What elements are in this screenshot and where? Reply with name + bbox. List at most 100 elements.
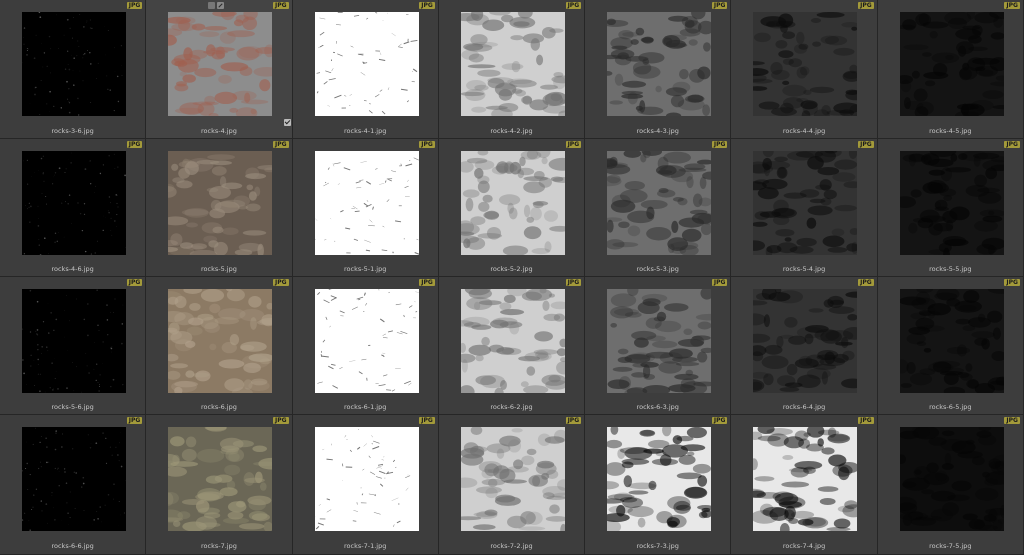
thumbnail-item[interactable]: JPG rocks-6-1.jpg <box>292 277 439 415</box>
pencil-icon[interactable] <box>217 2 225 9</box>
texture-thumbnail[interactable] <box>22 12 126 116</box>
file-name-label: rocks-6-1.jpg <box>344 403 387 411</box>
file-type-badge: JPG <box>419 141 435 148</box>
thumbnail-item[interactable]: JPG rocks-6.jpg <box>146 277 293 415</box>
texture-thumbnail[interactable] <box>314 151 419 255</box>
thumbnail-item[interactable]: JPG rocks-5-2.jpg <box>438 139 586 277</box>
texture-thumbnail[interactable] <box>22 151 126 255</box>
thumbnail-item[interactable]: JPG rocks-6-3.jpg <box>585 277 732 415</box>
file-name-label: rocks-6-4.jpg <box>782 403 826 411</box>
file-type-badge: JPG <box>126 417 143 424</box>
file-name-label: rocks-5-4.jpg <box>782 265 826 273</box>
thumbnail-grid: JPG rocks-3-6.jpg JPG rocks-4.jpg JPG rocks-4… <box>0 0 1024 555</box>
texture-thumbnail[interactable] <box>314 427 419 531</box>
thumbnail-item[interactable]: JPG rocks-7-1.jpg <box>292 415 439 555</box>
texture-thumbnail[interactable] <box>460 427 565 531</box>
thumbnail-item[interactable]: JPG rocks-4-4.jpg <box>731 0 878 139</box>
texture-thumbnail[interactable] <box>460 151 565 255</box>
texture-thumbnail[interactable] <box>753 289 858 393</box>
thumbnail-item[interactable]: JPG rocks-5-5.jpg <box>877 139 1024 277</box>
file-name-label: rocks-5-3.jpg <box>636 265 679 273</box>
texture-thumbnail[interactable] <box>753 151 858 255</box>
file-name-label: rocks-4.jpg <box>201 127 237 135</box>
thumbnail-item[interactable]: JPG rocks-5-3.jpg <box>585 139 732 277</box>
texture-thumbnail[interactable] <box>168 427 273 531</box>
file-name-label: rocks-7.jpg <box>201 542 237 550</box>
file-type-badge: JPG <box>858 279 874 286</box>
texture-thumbnail[interactable] <box>753 427 858 531</box>
file-name-label: rocks-6-5.jpg <box>929 403 972 411</box>
texture-thumbnail[interactable] <box>753 12 858 116</box>
file-name-label: rocks-5-1.jpg <box>344 265 387 273</box>
texture-thumbnail[interactable] <box>607 151 712 255</box>
file-type-badge: JPG <box>126 2 143 9</box>
texture-thumbnail[interactable] <box>607 12 712 116</box>
texture-thumbnail[interactable] <box>899 151 1004 255</box>
thumbnail-item[interactable]: JPG rocks-6-2.jpg <box>438 277 586 415</box>
texture-thumbnail[interactable] <box>899 289 1004 393</box>
thumbnail-item[interactable]: JPG rocks-6-4.jpg <box>731 277 878 415</box>
file-name-label: rocks-7-4.jpg <box>782 542 826 550</box>
file-type-badge: JPG <box>273 141 289 148</box>
texture-thumbnail[interactable] <box>22 289 126 393</box>
texture-thumbnail[interactable] <box>22 427 126 531</box>
texture-thumbnail[interactable] <box>168 289 273 393</box>
file-name-label: rocks-4-6.jpg <box>51 265 94 273</box>
texture-thumbnail[interactable] <box>168 151 273 255</box>
thumbnail-item[interactable]: JPG rocks-4-6.jpg <box>0 139 147 277</box>
thumbnail-item[interactable]: JPG rocks-7-3.jpg <box>585 415 732 555</box>
file-name-label: rocks-7-3.jpg <box>636 542 679 550</box>
thumbnail-item[interactable]: JPG rocks-7-5.jpg <box>877 415 1024 555</box>
texture-thumbnail[interactable] <box>607 427 712 531</box>
thumbnail-item[interactable]: JPG rocks-7-2.jpg <box>438 415 586 555</box>
thumbnail-item[interactable]: JPG rocks-4-1.jpg <box>292 0 439 139</box>
file-name-label: rocks-6-3.jpg <box>636 403 679 411</box>
texture-thumbnail[interactable] <box>314 12 419 116</box>
file-type-badge: JPG <box>419 417 435 424</box>
file-type-badge: JPG <box>858 141 874 148</box>
frame-icon[interactable] <box>208 2 216 9</box>
file-type-badge: JPG <box>126 141 143 148</box>
thumbnail-item[interactable]: JPG rocks-6-5.jpg <box>877 277 1024 415</box>
checkbox-checked-icon[interactable] <box>284 119 292 126</box>
texture-thumbnail[interactable] <box>899 427 1004 531</box>
file-name-label: rocks-5.jpg <box>201 265 237 273</box>
file-type-badge: JPG <box>565 141 582 148</box>
thumbnail-item[interactable]: JPG rocks-4.jpg <box>146 0 293 139</box>
file-name-label: rocks-6.jpg <box>201 403 237 411</box>
texture-thumbnail[interactable] <box>460 289 565 393</box>
thumbnail-item[interactable]: JPG rocks-4-2.jpg <box>438 0 586 139</box>
file-type-badge: JPG <box>858 2 874 9</box>
thumbnail-item[interactable]: JPG rocks-7.jpg <box>146 415 293 555</box>
thumbnail-item[interactable]: JPG rocks-5-6.jpg <box>0 277 147 415</box>
file-type-badge: JPG <box>273 279 289 286</box>
thumbnail-item[interactable]: JPG rocks-5.jpg <box>146 139 293 277</box>
file-name-label: rocks-7-1.jpg <box>344 542 387 550</box>
texture-thumbnail[interactable] <box>314 289 419 393</box>
file-name-label: rocks-5-5.jpg <box>929 265 972 273</box>
thumbnail-item[interactable]: JPG rocks-5-4.jpg <box>731 139 878 277</box>
thumbnail-actions <box>208 2 225 9</box>
file-type-badge: JPG <box>565 279 582 286</box>
texture-thumbnail[interactable] <box>899 12 1004 116</box>
file-name-label: rocks-6-2.jpg <box>490 403 533 411</box>
file-name-label: rocks-4-2.jpg <box>490 127 533 135</box>
texture-thumbnail[interactable] <box>607 289 712 393</box>
texture-thumbnail[interactable] <box>168 12 273 116</box>
file-name-label: rocks-4-1.jpg <box>344 127 387 135</box>
file-name-label: rocks-3-6.jpg <box>51 127 94 135</box>
thumbnail-item[interactable]: JPG rocks-6-6.jpg <box>0 415 147 555</box>
texture-thumbnail[interactable] <box>460 12 565 116</box>
file-name-label: rocks-4-3.jpg <box>636 127 679 135</box>
file-type-badge: JPG <box>1004 279 1020 286</box>
thumbnail-item[interactable]: JPG rocks-7-4.jpg <box>731 415 878 555</box>
file-type-badge: JPG <box>858 417 874 424</box>
file-name-label: rocks-4-4.jpg <box>782 127 826 135</box>
file-name-label: rocks-4-5.jpg <box>929 127 972 135</box>
file-name-label: rocks-6-6.jpg <box>51 542 94 550</box>
file-name-label: rocks-5-6.jpg <box>51 403 94 411</box>
thumbnail-item[interactable]: JPG rocks-4-5.jpg <box>877 0 1024 139</box>
thumbnail-item[interactable]: JPG rocks-4-3.jpg <box>585 0 732 139</box>
thumbnail-item[interactable]: JPG rocks-5-1.jpg <box>292 139 439 277</box>
thumbnail-item[interactable]: JPG rocks-3-6.jpg <box>0 0 147 139</box>
